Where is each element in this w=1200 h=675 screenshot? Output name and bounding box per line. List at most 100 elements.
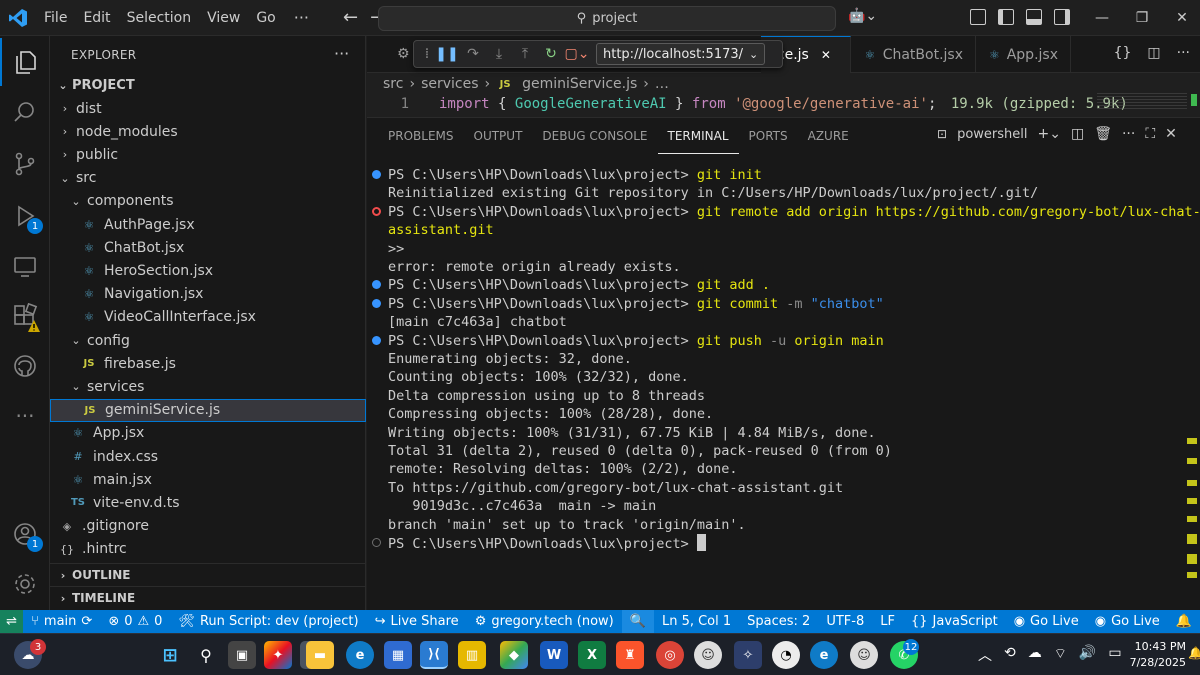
pause-icon[interactable]: ❚❚ (434, 46, 460, 62)
tab-ports[interactable]: PORTS (739, 118, 798, 154)
tree-file[interactable]: JS firebase.js (50, 352, 366, 375)
tree-folder[interactable]: ⌄ services (50, 375, 366, 398)
close-button[interactable]: ✕ (1162, 0, 1200, 36)
maximize-panel-icon[interactable]: ⛶ (1145, 126, 1155, 142)
kill-terminal-icon[interactable]: 🗑 (1094, 126, 1112, 142)
tab-problems[interactable]: PROBLEMS (378, 118, 464, 154)
copilot-app-icon[interactable]: ✦ (264, 641, 292, 669)
timeline-section[interactable]: › TIMELINE (50, 586, 366, 609)
step-over-icon[interactable]: ↷ (460, 46, 486, 62)
vscode-taskbar-icon[interactable]: ⟩⟨ (420, 641, 448, 669)
toggle-primary-sidebar-icon[interactable] (998, 9, 1014, 25)
tree-file[interactable]: ⚛ HeroSection.jsx (50, 259, 366, 282)
profile-app-icon[interactable]: ☺ (694, 641, 722, 669)
customize-layout-icon[interactable] (970, 9, 986, 25)
word-icon[interactable]: W (540, 641, 568, 669)
go-live-button-2[interactable]: ◉ Go Live (1087, 610, 1168, 633)
taskbar-search-icon[interactable]: ⚲ (192, 641, 220, 669)
remote-indicator[interactable]: ⇌ (0, 610, 24, 633)
run-debug-icon[interactable]: 1 (0, 192, 50, 240)
tree-file[interactable]: JS geminiService.js (50, 398, 366, 422)
new-terminal-icon[interactable]: +⌄ (1037, 126, 1060, 142)
drag-handle-icon[interactable]: ⁞ (420, 46, 434, 62)
tree-file[interactable]: {} .hintrc (50, 538, 366, 561)
tree-folder[interactable]: ⌄ config (50, 329, 366, 352)
close-panel-icon[interactable]: ✕ (1165, 126, 1177, 142)
tree-folder[interactable]: › node_modules (50, 120, 366, 143)
tree-file[interactable]: ◈ .gitignore (50, 515, 366, 538)
menu-edit[interactable]: Edit (75, 0, 118, 36)
more-views-icon[interactable]: ··· (0, 392, 50, 440)
tab-app[interactable]: ⚛ App.jsx (976, 36, 1071, 73)
debug-target-dropdown[interactable]: http://localhost:5173/ ⌄ (596, 43, 766, 65)
account-status[interactable]: ⚙ gregory.tech (now) (467, 610, 622, 633)
breadcrumb-file[interactable]: geminiService.js (522, 76, 637, 92)
code-line[interactable]: 1 import { GoogleGenerativeAI } from '@g… (367, 93, 1200, 116)
profile-app-icon-2[interactable]: ☺ (850, 641, 878, 669)
remote-explorer-icon[interactable] (0, 242, 50, 290)
brave-icon[interactable]: ♜ (616, 641, 644, 669)
project-root-folder[interactable]: ⌄ PROJECT (50, 74, 366, 97)
command-success-icon[interactable] (372, 170, 381, 179)
tab-azure[interactable]: AZURE (798, 118, 859, 154)
breadcrumb-services[interactable]: services (421, 76, 478, 92)
extensions-icon[interactable] (0, 292, 50, 340)
split-terminal-icon[interactable]: ◫ (1071, 126, 1084, 142)
notifications-bell-icon[interactable]: 🔔 (1168, 610, 1200, 633)
tree-file[interactable]: ⚛ VideoCallInterface.jsx (50, 306, 366, 329)
battery-icon[interactable]: ▭ (1108, 645, 1121, 665)
tray-app-icon[interactable]: ⟲ (1004, 645, 1016, 665)
wifi-icon[interactable]: ⌔ (1054, 645, 1067, 665)
accounts-icon[interactable]: 1 (0, 510, 50, 558)
restart-icon[interactable]: ↻ (538, 46, 564, 62)
github-desktop-icon[interactable]: ◔ (772, 641, 800, 669)
more-actions-icon[interactable]: ··· (1122, 126, 1135, 142)
settings-gear-icon[interactable] (0, 560, 50, 608)
minimap[interactable] (1097, 93, 1187, 109)
terminal-shell-label[interactable]: powershell (957, 127, 1027, 142)
explorer-icon[interactable] (0, 38, 50, 86)
tree-folder[interactable]: › public (50, 143, 366, 166)
menu-more-button[interactable]: ··· (284, 0, 319, 36)
problems-indicator[interactable]: ⊗ 0 ⚠ 0 (100, 610, 170, 633)
store-app-icon[interactable]: ▦ (384, 641, 412, 669)
tree-file[interactable]: ⚛ main.jsx (50, 468, 366, 491)
live-share-button[interactable]: ↪ Live Share (367, 610, 467, 633)
indentation[interactable]: Spaces: 2 (739, 610, 818, 633)
toggle-secondary-sidebar-icon[interactable] (1054, 9, 1070, 25)
menu-file[interactable]: File (36, 0, 75, 36)
source-control-icon[interactable] (0, 140, 50, 188)
tree-folder[interactable]: › dist (50, 97, 366, 120)
tab-output[interactable]: OUTPUT (464, 118, 533, 154)
chevron-up-icon[interactable]: ︿ (978, 645, 992, 665)
tree-file[interactable]: # index.css (50, 445, 366, 468)
breadcrumb-src[interactable]: src (383, 76, 403, 92)
tab-debug-console[interactable]: DEBUG CONSOLE (532, 118, 657, 154)
run-script-button[interactable]: 🛠 Run Script: dev (project) (170, 610, 366, 633)
cursor-position[interactable]: Ln 5, Col 1 (654, 610, 739, 633)
terminal-scrollbar[interactable] (1185, 158, 1199, 606)
tree-file[interactable]: ⚛ Navigation.jsx (50, 283, 366, 306)
excel-icon[interactable]: X (578, 641, 606, 669)
command-success-icon[interactable] (372, 298, 381, 308)
tree-file[interactable]: ⚛ App.jsx (50, 422, 366, 445)
breadcrumb-symbol[interactable]: … (655, 76, 669, 92)
tree-folder[interactable]: ⌄ src (50, 167, 366, 190)
outline-section[interactable]: › OUTLINE (50, 563, 366, 586)
editor-more-button[interactable]: ··· (1177, 45, 1190, 61)
json-braces-icon[interactable]: {} (1114, 45, 1132, 61)
zoom-icon[interactable]: 🔍 (621, 610, 654, 633)
tree-file[interactable]: ⚛ AuthPage.jsx (50, 213, 366, 236)
volume-icon[interactable]: 🔊 (1079, 645, 1096, 665)
end-of-line[interactable]: LF (872, 610, 903, 633)
github-icon[interactable] (0, 342, 50, 390)
command-success-icon[interactable] (372, 335, 381, 345)
notification-center-icon[interactable]: 🔔 (1188, 646, 1200, 660)
command-center-search[interactable]: ⚲ project (378, 6, 836, 31)
vscode-logo-icon[interactable] (0, 0, 36, 36)
step-into-icon[interactable]: ⤓ (486, 46, 512, 62)
task-view-icon[interactable]: ▣ (228, 641, 256, 669)
menu-view[interactable]: View (199, 0, 248, 36)
search-icon[interactable] (0, 88, 50, 136)
edge-browser-icon[interactable]: e (346, 641, 374, 669)
